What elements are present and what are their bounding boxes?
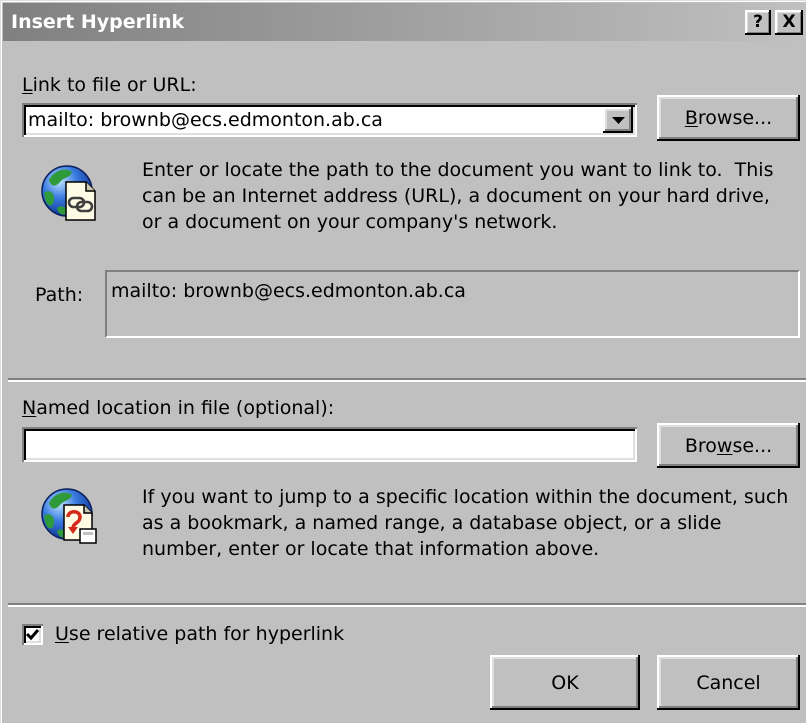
cancel-button-label: Cancel [696,671,761,694]
link-url-input[interactable] [28,107,594,133]
ok-button-label: OK [551,671,579,694]
browse-file-button[interactable]: Browse... [657,95,800,141]
browse-location-button-label: Browse... [684,434,773,457]
named-location-label: Named location in file (optional): [22,397,335,419]
path-label: Path: [35,284,84,306]
checkmark-icon [25,629,40,641]
location-help-line: If you want to jump to a specific locati… [142,486,789,508]
dialog-title: Insert Hyperlink [11,11,185,33]
close-icon: X [782,12,796,32]
close-button[interactable]: X [775,10,803,35]
named-location-field[interactable] [22,427,637,462]
browse-file-button-label: Browse... [684,107,773,129]
link-help-text: Enter or locate the path to the document… [142,157,773,235]
link-help-line: can be an Internet address (URL), a docu… [142,185,770,207]
chevron-down-icon [611,116,625,124]
location-help-text: If you want to jump to a specific locati… [142,484,788,562]
link-url-combobox[interactable] [22,103,637,137]
ok-button[interactable]: OK [490,655,640,710]
link-help-line: Enter or locate the path to the document… [142,159,774,181]
help-icon: ? [753,12,763,32]
cancel-button[interactable]: Cancel [657,655,800,710]
link-url-label: Link to file or URL: [22,74,197,96]
link-help-line: or a document on your company's network. [142,211,558,233]
insert-hyperlink-dialog: Insert Hyperlink ? X Link to file or URL… [0,0,806,723]
named-location-input[interactable] [28,431,628,458]
relative-path-label[interactable]: Use relative path for hyperlink [55,621,344,647]
browse-location-button[interactable]: Browse... [657,423,800,468]
separator [8,603,806,607]
location-help-line: number, enter or locate that information… [142,538,600,560]
relative-path-checkbox[interactable] [22,624,43,645]
title-bar: Insert Hyperlink ? X [3,3,806,41]
help-button[interactable]: ? [745,10,771,35]
path-display: mailto: brownb@ecs.edmonton.ab.ca [105,270,800,338]
link-url-dropdown-button[interactable] [603,107,633,133]
location-help-line: as a bookmark, a named range, a database… [142,512,722,534]
globe-document-link-icon [40,160,102,226]
separator [8,378,806,382]
path-value: mailto: brownb@ecs.edmonton.ab.ca [111,280,466,302]
globe-document-bookmark-icon [40,483,102,549]
